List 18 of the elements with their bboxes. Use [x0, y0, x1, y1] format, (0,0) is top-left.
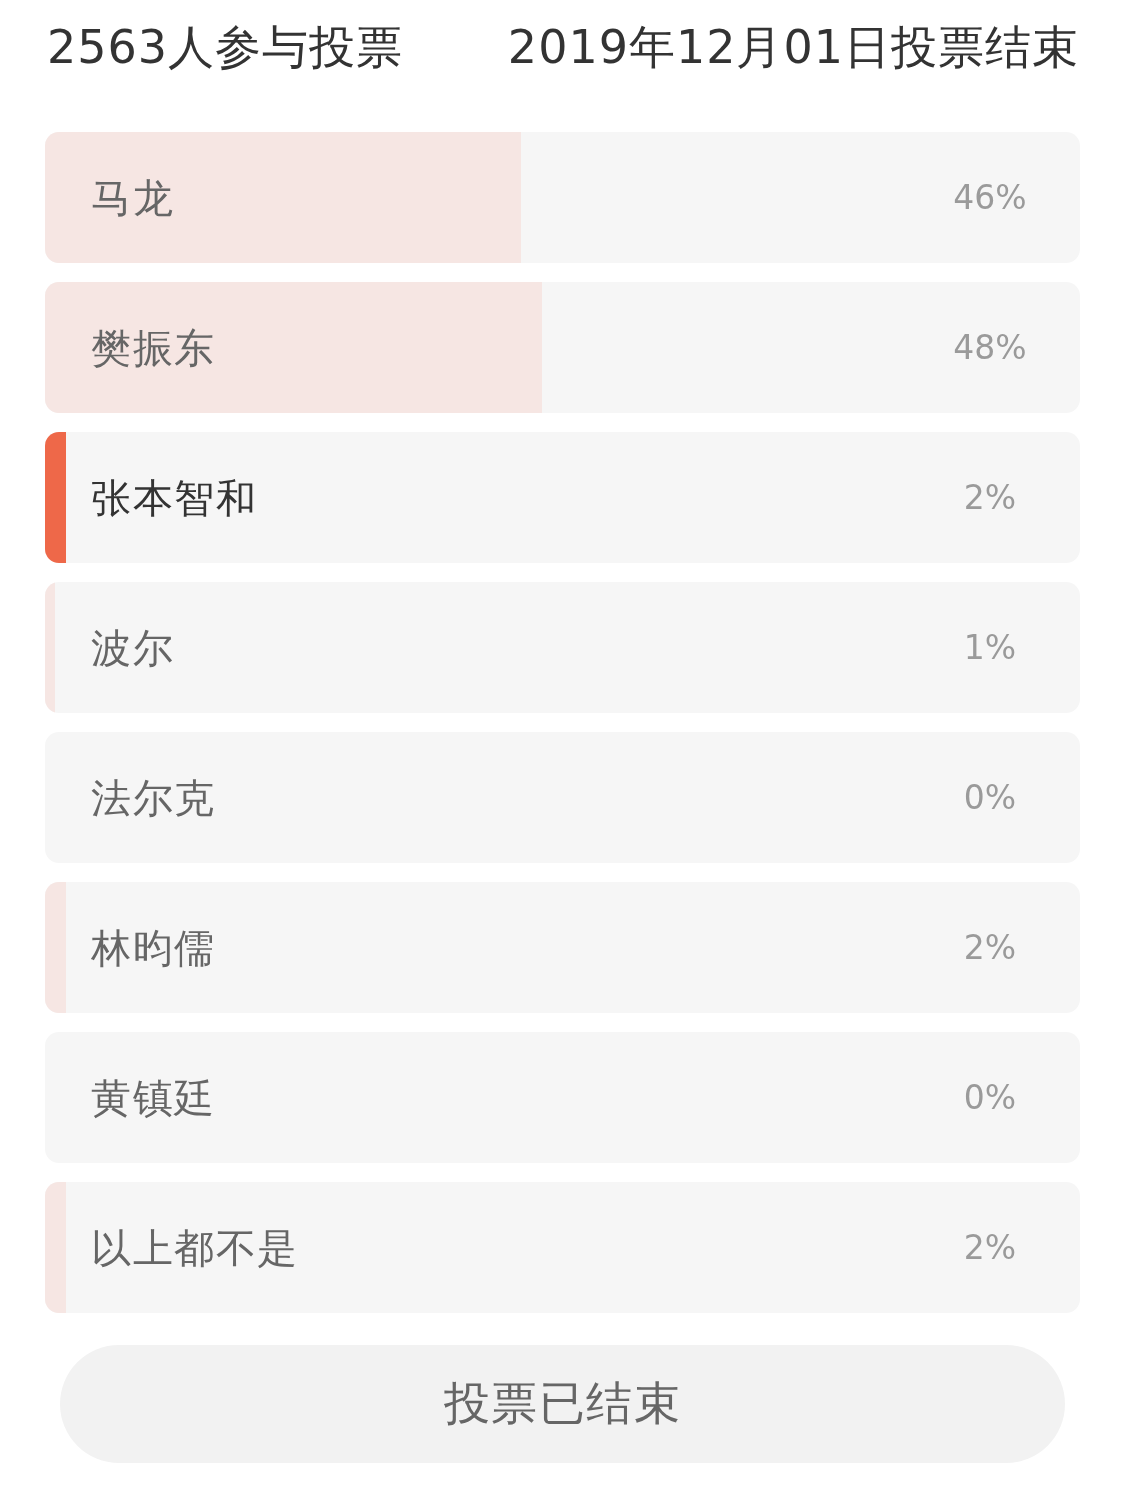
- option-name: 林昀儒: [91, 923, 216, 973]
- vote-percent: 0%: [962, 1076, 1018, 1119]
- option-name: 波尔: [91, 623, 174, 673]
- option-name: 法尔克: [91, 773, 216, 823]
- option-name: 樊振东: [91, 323, 216, 373]
- option-name: 张本智和: [91, 473, 257, 523]
- vote-percent: 0%: [962, 776, 1018, 819]
- vote-deadline: 2019年12月01日投票结束: [507, 19, 1079, 76]
- vote-percent: 48%: [952, 326, 1028, 369]
- vote-percent: 1%: [962, 626, 1018, 669]
- vote-percent: 2%: [962, 926, 1018, 969]
- participant-count: 2563人参与投票: [47, 19, 404, 76]
- option-name: 马龙: [91, 173, 174, 223]
- vote-percent: 2%: [962, 1226, 1018, 1269]
- option-name: 黄镇廷: [91, 1073, 216, 1123]
- option-name: 以上都不是: [91, 1223, 299, 1273]
- vote-percent: 46%: [952, 176, 1028, 219]
- vote-percent: 2%: [962, 476, 1018, 519]
